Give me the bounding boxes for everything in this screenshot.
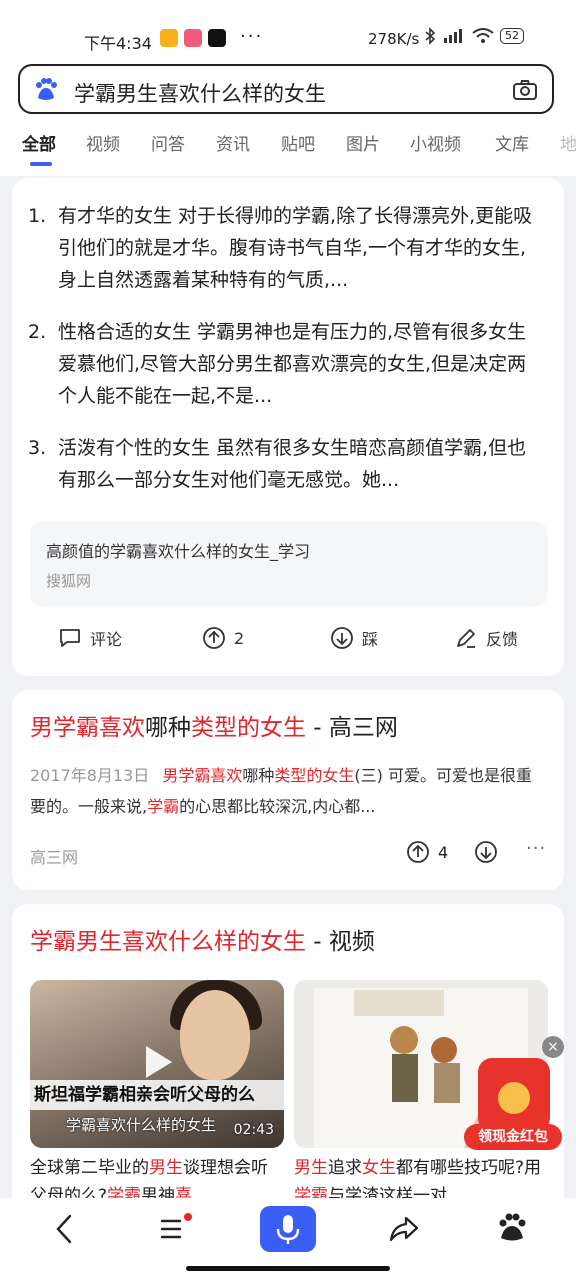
thumb-up-icon [407,841,429,863]
answer-text: 性格合适的女生 学霸男神也是有压力的,尽管有很多女生爱慕他们,尽管大部分男生都喜… [58,321,527,407]
answer-text: 有才华的女生 对于长得帅的学霸,除了长得漂亮外,更能吸引他们的就是才华。腹有诗书… [58,205,533,291]
thumbnail-subtitle: 学霸喜欢什么样的女生 [66,1116,217,1134]
video-title-text: 都有哪些技巧呢?用 [396,1158,542,1178]
status-time: 下午4:34 [84,34,152,53]
tab-wenku[interactable]: 文库 [495,130,529,155]
result-snippet: 2017年8月13日 男学霸喜欢哪种类型的女生(三) 可爱。可爱也是很重要的。一… [30,760,546,822]
title-highlight: 类型的女生 [191,715,306,741]
bottom-navigation [0,1198,576,1280]
dislike-button[interactable]: 踩 [330,626,378,650]
snippet-text: 的心思都比较深沉,内心都... [179,797,376,816]
dislike-button[interactable] [474,840,498,868]
answer-number: 3. [28,437,47,459]
voice-search-button[interactable] [260,1206,316,1252]
tab-map[interactable]: 地 [560,130,576,155]
snippet-highlight: 男学霸喜欢 [162,766,243,785]
like-button[interactable]: 2 [202,626,244,650]
answer-text: 活泼有个性的女生 虽然有很多女生暗恋高颜值学霸,但也有那么一部分女生对他们毫无感… [58,437,527,491]
pencil-icon [457,629,475,648]
signal-icon [444,29,462,43]
video-card-title[interactable]: 学霸男生喜欢什么样的女生 - 视频 [30,922,375,956]
baidu-paw-icon [32,76,60,108]
bluetooth-icon [425,27,436,45]
title-text: - 视频 [306,929,375,955]
answer-card: 1. 有才华的女生 对于长得帅的学霸,除了长得漂亮外,更能吸引他们的就是才华。腹… [12,178,564,676]
home-indicator[interactable] [186,1266,390,1271]
video-duration: 02:43 [233,1122,274,1138]
tiktok-icon [208,29,226,47]
result-site: 高三网 [30,848,79,867]
video-thumbnail[interactable]: 斯坦福学霸相亲会听父母的么 学霸喜欢什么样的女生 02:43 [30,980,284,1148]
play-icon[interactable] [142,1044,174,1084]
comment-icon [60,629,80,647]
title-text: 哪种 [145,715,191,741]
answer-number: 1. [28,205,47,227]
more-notifications-icon: ··· [240,26,264,47]
comment-button[interactable]: 评论 [58,626,122,650]
result-title-link[interactable]: 男学霸喜欢哪种类型的女生 - 高三网 [30,708,398,742]
active-tab-indicator [30,162,52,166]
video-title-highlight: 女生 [362,1158,396,1178]
tab-short-video[interactable]: 小视频 [410,130,461,155]
menu-icon[interactable] [158,1212,192,1250]
coin-icon [498,1082,530,1114]
social-app-icon [184,29,202,47]
tab-tieba[interactable]: 贴吧 [281,130,315,155]
search-tabs: 全部 视频 问答 资讯 贴吧 图片 小视频 文库 地 [0,126,576,170]
tab-all[interactable]: 全部 [22,130,56,155]
feedback-button[interactable]: 反馈 [454,626,518,650]
status-app-icons [160,29,226,47]
thumbnail-person-face [180,990,250,1080]
notes-app-icon [160,29,178,47]
snippet-highlight: 学霸 [147,797,180,816]
red-packet-widget[interactable]: × 领现金红包 [460,1036,568,1156]
result-date: 2017年8月13日 [30,766,150,785]
like-button[interactable]: 4 [406,840,448,864]
thumb-down-icon [475,841,497,863]
tab-news[interactable]: 资讯 [216,130,250,155]
back-icon[interactable] [50,1212,78,1250]
close-icon[interactable]: × [542,1036,564,1058]
baidu-home-icon[interactable] [496,1212,528,1248]
video-title-highlight: 男生 [149,1158,183,1178]
thumb-down-icon [331,627,353,649]
search-input[interactable]: 学霸男生喜欢什么样的女生 [18,64,554,114]
snippet-text: 哪种 [242,766,275,785]
snippet-highlight: 类型的女生 [274,766,355,785]
microphone-icon [276,1215,300,1244]
source-title: 高颜值的学霸喜欢什么样的女生_学习 [46,542,311,561]
camera-icon[interactable] [512,78,538,106]
answer-number: 2. [28,321,47,343]
title-text: - 高三网 [306,715,398,741]
status-bar: 下午4:34 ··· 278K/s 52 [0,24,576,56]
tab-images[interactable]: 图片 [346,130,380,155]
title-highlight: 学霸男生喜欢什么样的女生 [30,929,306,955]
source-link[interactable]: 高颜值的学霸喜欢什么样的女生_学习 搜狐网 [30,522,548,606]
top-area: 下午4:34 ··· 278K/s 52 学霸男生喜欢什么样的女生 全部 视频 … [0,0,576,176]
battery-indicator: 52 [500,28,524,44]
video-title-text: 全球第二毕业的 [30,1158,149,1178]
video-title-highlight: 男生 [294,1158,328,1178]
wifi-icon [472,28,494,43]
share-icon[interactable] [386,1212,420,1250]
result-card: 男学霸喜欢哪种类型的女生 - 高三网 2017年8月13日 男学霸喜欢哪种类型的… [12,690,564,890]
dislike-label: 踩 [362,630,379,649]
like-count: 4 [438,842,449,862]
tab-video[interactable]: 视频 [86,130,120,155]
more-options-icon[interactable]: ··· [526,838,546,859]
search-query: 学霸男生喜欢什么样的女生 [74,82,326,106]
comment-label: 评论 [90,630,123,649]
video-title-text: 追求 [328,1158,362,1178]
system-icons: 52 [424,27,524,45]
like-count: 2 [234,628,245,648]
network-speed: 278K/s [368,30,420,48]
tab-qa[interactable]: 问答 [151,130,185,155]
feedback-label: 反馈 [486,630,519,649]
thumbnail-caption: 斯坦福学霸相亲会听父母的么 [30,1080,284,1110]
red-packet-label[interactable]: 领现金红包 [464,1124,562,1150]
thumb-up-icon [203,627,225,649]
source-site: 搜狐网 [46,572,92,590]
title-highlight: 男学霸喜欢 [30,715,145,741]
